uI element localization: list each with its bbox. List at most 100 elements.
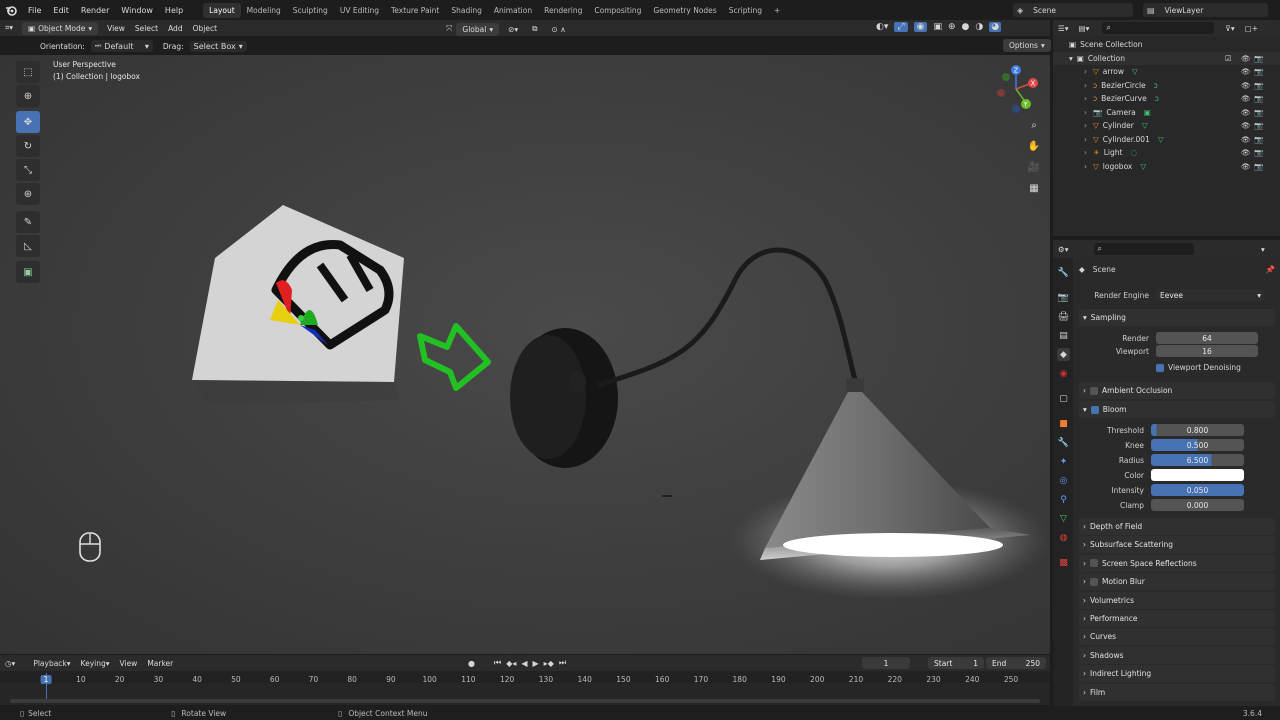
orientation-value-dropdown[interactable]: ⤟ Default ▾ <box>90 40 153 52</box>
cursor-tool-button[interactable]: ⊕ <box>16 85 40 107</box>
tab-shading[interactable]: Shading <box>445 3 487 18</box>
eye-icon[interactable]: 👁 <box>1241 135 1251 144</box>
mesh-data-icon[interactable]: ▽ <box>1142 121 1148 130</box>
menu-view[interactable]: View <box>102 22 130 35</box>
checkbox-icon[interactable] <box>1090 577 1098 586</box>
options-dropdown[interactable]: Options ▾ <box>1003 39 1051 52</box>
camera-render-icon[interactable]: 📷 <box>1254 67 1263 76</box>
output-tab-icon[interactable]: 🖨 <box>1057 310 1070 323</box>
chevron-right-icon[interactable]: › <box>1084 81 1087 90</box>
play-icon[interactable]: ▶ <box>533 659 539 668</box>
menu-help[interactable]: Help <box>159 6 189 15</box>
menu-marker[interactable]: Marker <box>142 657 178 670</box>
zoom-icon[interactable]: ⌕ <box>1023 116 1045 134</box>
perspective-grid-icon[interactable]: ▦ <box>1023 179 1045 197</box>
tab-geometry-nodes[interactable]: Geometry Nodes <box>647 3 722 18</box>
checkbox-icon[interactable]: ☑ <box>1225 54 1232 63</box>
logobox-object[interactable] <box>192 205 404 405</box>
modifier-tab-icon[interactable]: 🔧 <box>1057 436 1070 449</box>
panel-performance[interactable]: › Performance <box>1079 610 1275 627</box>
eye-icon[interactable]: 👁 <box>1241 67 1251 76</box>
menu-playback[interactable]: Playback▾ <box>28 657 75 670</box>
chevron-down-icon[interactable]: ▾ <box>1256 243 1270 256</box>
scene-tab-icon[interactable]: ◆ <box>1057 348 1070 361</box>
collection-tab-icon[interactable]: ▢ <box>1057 392 1070 405</box>
shading-material-icon[interactable]: ◑ <box>975 22 983 32</box>
camera-render-icon[interactable]: 📷 <box>1254 54 1263 63</box>
camera-render-icon[interactable]: 📷 <box>1254 135 1263 144</box>
outliner-search-input[interactable]: ⌕ <box>1102 22 1215 34</box>
select-tool-button[interactable]: ⬚ <box>16 61 40 83</box>
texture-tab-icon[interactable]: ▩ <box>1057 556 1070 569</box>
editor-type-icon[interactable]: ⌗▾ <box>0 21 18 35</box>
knee-field[interactable]: 0.500 <box>1151 439 1244 451</box>
orientation-dropdown[interactable]: Global ▾ <box>456 22 500 36</box>
menu-add[interactable]: Add <box>163 22 188 35</box>
outliner-item-light[interactable]: › ☀ Light ◌ 👁 📷 <box>1053 146 1280 160</box>
mesh-data-icon[interactable]: ▽ <box>1158 135 1164 144</box>
next-keyframe-icon[interactable]: ▸◆ <box>544 659 554 668</box>
panel-shadows[interactable]: › Shadows <box>1079 646 1275 664</box>
intensity-field[interactable]: 0.050 <box>1151 484 1244 496</box>
overlay-toggle-icon[interactable]: ◉ <box>913 22 928 32</box>
menu-render[interactable]: Render <box>75 6 115 15</box>
eye-icon[interactable]: 👁 <box>1241 148 1251 157</box>
prev-keyframe-icon[interactable]: ◆◂ <box>506 659 516 668</box>
pivot-icon[interactable]: ⊘▾ <box>503 23 523 36</box>
curve-data-icon[interactable]: ↄ <box>1154 81 1158 90</box>
drag-dropdown[interactable]: Select Box ▾ <box>189 40 247 52</box>
outliner-item-cylinder-001[interactable]: › ▽ Cylinder.001 ▽ 👁 📷 <box>1053 133 1280 147</box>
current-frame-marker[interactable]: 1 <box>40 675 52 684</box>
menu-window[interactable]: Window <box>115 6 159 15</box>
camera-render-icon[interactable]: 📷 <box>1254 162 1263 171</box>
panel-screen-space-reflections[interactable]: › Screen Space Reflections <box>1079 554 1275 572</box>
tab-layout[interactable]: Layout <box>203 2 241 18</box>
ambient-occlusion-panel-header[interactable]: › Ambient Occlusion <box>1079 382 1275 399</box>
outliner-item-beziercircle[interactable]: › ↄ BezierCircle ↄ 👁 📷 <box>1053 79 1280 93</box>
viewport-3d[interactable]: User Perspective (1) Collection | logobo… <box>0 55 1050 654</box>
snap-icon[interactable]: ⧉ <box>527 22 542 36</box>
radius-field[interactable]: 6.500 <box>1151 454 1244 466</box>
chevron-right-icon[interactable]: › <box>1084 162 1087 171</box>
add-cube-tool-button[interactable]: ▣ <box>16 261 40 283</box>
checkbox-icon[interactable] <box>1090 405 1099 414</box>
menu-select[interactable]: Select <box>130 22 163 35</box>
tab-sculpting[interactable]: Sculpting <box>287 3 334 18</box>
timeline-scrollbar[interactable] <box>10 699 1040 703</box>
outliner-item-beziercurve[interactable]: › ↄ BezierCurve ↄ 👁 📷 <box>1053 92 1280 106</box>
outliner-item-cylinder[interactable]: › ▽ Cylinder ▽ 👁 📷 <box>1053 119 1280 133</box>
camera-render-icon[interactable]: 📷 <box>1254 81 1263 90</box>
visibility-icon[interactable]: ◐▾ <box>876 22 888 32</box>
light-data-icon[interactable]: ◌ <box>1130 148 1137 157</box>
jump-end-icon[interactable]: ⏭ <box>559 658 566 668</box>
bloom-panel-header[interactable]: ▾ Bloom <box>1079 401 1275 418</box>
render-engine-dropdown[interactable]: Eevee ▾ <box>1156 289 1264 301</box>
pin-icon[interactable]: 📌 <box>1266 265 1275 274</box>
material-tab-icon[interactable]: ◍ <box>1057 531 1070 544</box>
outliner-item-camera[interactable]: › 📷 Camera ▣ 👁 📷 <box>1053 106 1280 120</box>
menu-view[interactable]: View <box>115 657 143 670</box>
curve-data-icon[interactable]: ↄ <box>1155 94 1159 103</box>
shading-solid-icon[interactable]: ● <box>962 22 970 32</box>
checkbox-icon[interactable] <box>1090 559 1098 568</box>
menu-edit[interactable]: Edit <box>47 6 75 15</box>
outliner-item-arrow[interactable]: › ▽ arrow ▽ 👁 📷 <box>1053 65 1280 79</box>
annotate-tool-button[interactable]: ✎ <box>16 211 40 233</box>
rotate-tool-button[interactable]: ↻ <box>16 135 40 157</box>
view-layer-tab-icon[interactable]: ▤ <box>1057 329 1070 342</box>
proportional-edit-icon[interactable]: ⊙ ∧ <box>547 23 571 36</box>
menu-file[interactable]: File <box>22 6 47 15</box>
transform-tool-button[interactable]: ⊛ <box>16 183 40 205</box>
camera-view-icon[interactable]: 🎥 <box>1023 158 1045 176</box>
add-workspace-icon[interactable]: + <box>768 3 786 18</box>
eye-icon[interactable]: 👁 <box>1241 162 1251 171</box>
play-reverse-icon[interactable]: ◀ <box>521 659 527 668</box>
mesh-data-icon[interactable]: ▽ <box>1132 67 1138 76</box>
tab-rendering[interactable]: Rendering <box>538 3 588 18</box>
properties-editor-icon[interactable]: ⚙▾ <box>1053 243 1074 256</box>
render-tab-icon[interactable]: 📷 <box>1057 291 1070 304</box>
checkbox-icon[interactable] <box>1090 386 1098 395</box>
eye-icon[interactable]: 👁 <box>1241 94 1251 103</box>
blender-logo-icon[interactable] <box>0 0 22 20</box>
menu-keying[interactable]: Keying▾ <box>76 657 115 670</box>
